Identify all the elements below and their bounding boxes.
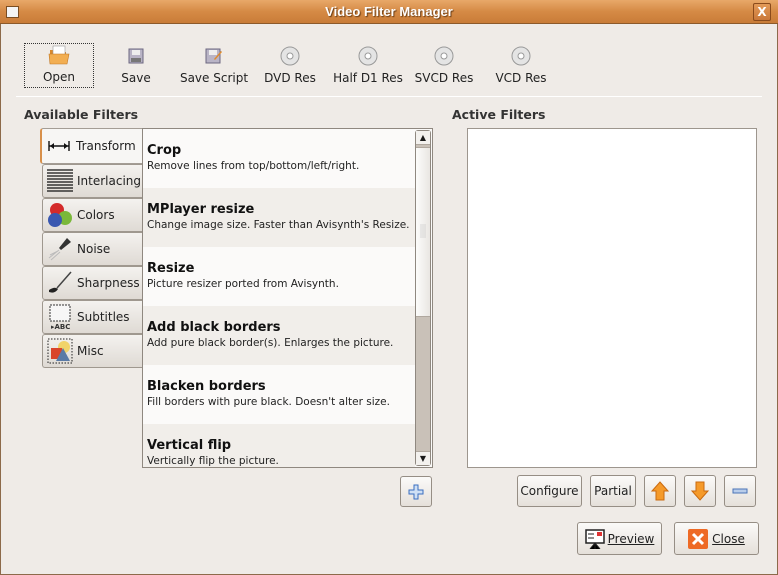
filter-title: Blacken borders <box>147 379 266 394</box>
filter-title: Add black borders <box>147 320 281 335</box>
filter-category-tabs: Transform Interlacing Colors Noise Sharp… <box>40 128 142 368</box>
tab-interlacing[interactable]: Interlacing <box>42 164 142 198</box>
close-label: Close <box>712 531 745 546</box>
available-filters-label: Available Filters <box>24 107 139 122</box>
folder-open-icon <box>48 44 70 66</box>
filter-desc: Add pure black border(s). Enlarges the p… <box>147 337 394 349</box>
tab-colors[interactable]: Colors <box>42 198 142 232</box>
dvd-res-button[interactable]: DVD Res <box>250 43 330 88</box>
filter-title: Crop <box>147 143 182 158</box>
remove-filter-button[interactable] <box>724 475 756 507</box>
tab-label: Sharpness <box>77 276 140 290</box>
shapes-icon <box>46 338 74 364</box>
arrow-up-icon <box>651 481 669 501</box>
filter-row-add-black-borders[interactable]: Add black borders Add pure black border(… <box>143 306 415 365</box>
floppy-save-icon <box>128 45 144 67</box>
active-filters-label: Active Filters <box>452 107 546 122</box>
color-balls-icon <box>46 202 74 228</box>
filter-row-vertical-flip[interactable]: Vertical flip Vertically flip the pictur… <box>143 424 415 467</box>
tab-sharpness[interactable]: Sharpness <box>42 266 142 300</box>
filter-row-crop[interactable]: Crop Remove lines from top/bottom/left/r… <box>143 129 415 188</box>
disc-icon <box>280 45 300 67</box>
filter-row-mplayer-resize[interactable]: MPlayer resize Change image size. Faster… <box>143 188 415 247</box>
add-filter-button[interactable] <box>400 476 432 507</box>
filter-title: Resize <box>147 261 195 276</box>
open-button[interactable]: Open <box>24 43 94 88</box>
brush-icon <box>46 270 74 296</box>
window-title: Video Filter Manager <box>325 4 453 19</box>
scroll-up-arrow-icon[interactable]: ▲ <box>416 131 430 145</box>
open-label: Open <box>42 70 76 84</box>
svg-text:▸ABC: ▸ABC <box>51 323 70 330</box>
move-up-button[interactable] <box>644 475 676 507</box>
filter-title: Vertical flip <box>147 438 232 453</box>
svcd-res-label: SVCD Res <box>414 71 474 85</box>
close-button[interactable]: Close <box>674 522 759 555</box>
minus-icon <box>732 488 748 494</box>
tab-noise[interactable]: Noise <box>42 232 142 266</box>
svcd-res-button[interactable]: SVCD Res <box>406 43 482 88</box>
tab-misc[interactable]: Misc <box>42 334 142 368</box>
tab-subtitles[interactable]: ▸ABC Subtitles <box>42 300 142 334</box>
tab-label: Interlacing <box>77 174 142 188</box>
filter-row-resize[interactable]: Resize Picture resizer ported from Avisy… <box>143 247 415 306</box>
scrollbar-thumb[interactable] <box>416 147 430 317</box>
tab-label: Colors <box>77 208 115 222</box>
tab-label: Misc <box>77 344 104 358</box>
disc-icon <box>511 45 531 67</box>
move-down-button[interactable] <box>684 475 716 507</box>
filters-scrollbar[interactable]: ▲ ▼ <box>415 130 431 466</box>
filter-desc: Vertically flip the picture. <box>147 455 279 467</box>
floppy-edit-icon <box>205 45 223 67</box>
title-bar: Video Filter Manager X <box>0 0 778 24</box>
disc-icon <box>434 45 454 67</box>
tab-label: Subtitles <box>77 310 130 324</box>
filter-title: MPlayer resize <box>147 202 255 217</box>
interlace-lines-icon <box>46 168 74 194</box>
noise-spray-icon <box>46 236 74 262</box>
half-d1-res-label: Half D1 Res <box>333 71 403 85</box>
toolbar-separator <box>16 96 762 97</box>
filter-desc: Remove lines from top/bottom/left/right. <box>147 160 360 172</box>
preview-label: Preview <box>607 531 655 546</box>
partial-button[interactable]: Partial <box>590 475 636 507</box>
vcd-res-button[interactable]: VCD Res <box>482 43 560 88</box>
partial-label: Partial <box>594 484 632 498</box>
subtitle-abc-icon: ▸ABC <box>46 304 74 330</box>
window-close-button[interactable]: X <box>753 3 771 21</box>
disc-icon <box>358 45 378 67</box>
dvd-res-label: DVD Res <box>264 71 316 85</box>
preview-button[interactable]: Preview <box>577 522 662 555</box>
arrow-down-icon <box>691 481 709 501</box>
save-script-button[interactable]: Save Script <box>178 43 250 88</box>
filter-desc: Picture resizer ported from Avisynth. <box>147 278 339 290</box>
configure-label: Configure <box>520 484 579 498</box>
vcd-res-label: VCD Res <box>495 71 547 85</box>
grip-icon <box>420 224 426 238</box>
tab-label: Noise <box>77 242 111 256</box>
preview-board-icon <box>584 528 605 549</box>
plus-icon <box>408 484 424 499</box>
save-button[interactable]: Save <box>94 43 178 88</box>
transform-arrow-icon <box>45 133 73 159</box>
tab-transform[interactable]: Transform <box>40 128 142 164</box>
half-d1-res-button[interactable]: Half D1 Res <box>330 43 406 88</box>
toolbar: Open Save Save Script DVD Res Half D1 Re… <box>24 43 560 88</box>
filter-desc: Fill borders with pure black. Doesn't al… <box>147 396 390 408</box>
save-script-label: Save Script <box>179 71 249 85</box>
close-x-icon <box>688 528 709 549</box>
filter-row-blacken-borders[interactable]: Blacken borders Fill borders with pure b… <box>143 365 415 424</box>
tab-label: Transform <box>76 139 136 153</box>
active-filters-list[interactable] <box>467 128 757 468</box>
scroll-down-arrow-icon[interactable]: ▼ <box>416 451 430 465</box>
filter-desc: Change image size. Faster than Avisynth'… <box>147 219 410 231</box>
save-label: Save <box>121 71 151 85</box>
available-filters-list[interactable]: Crop Remove lines from top/bottom/left/r… <box>142 128 433 468</box>
configure-button[interactable]: Configure <box>517 475 582 507</box>
